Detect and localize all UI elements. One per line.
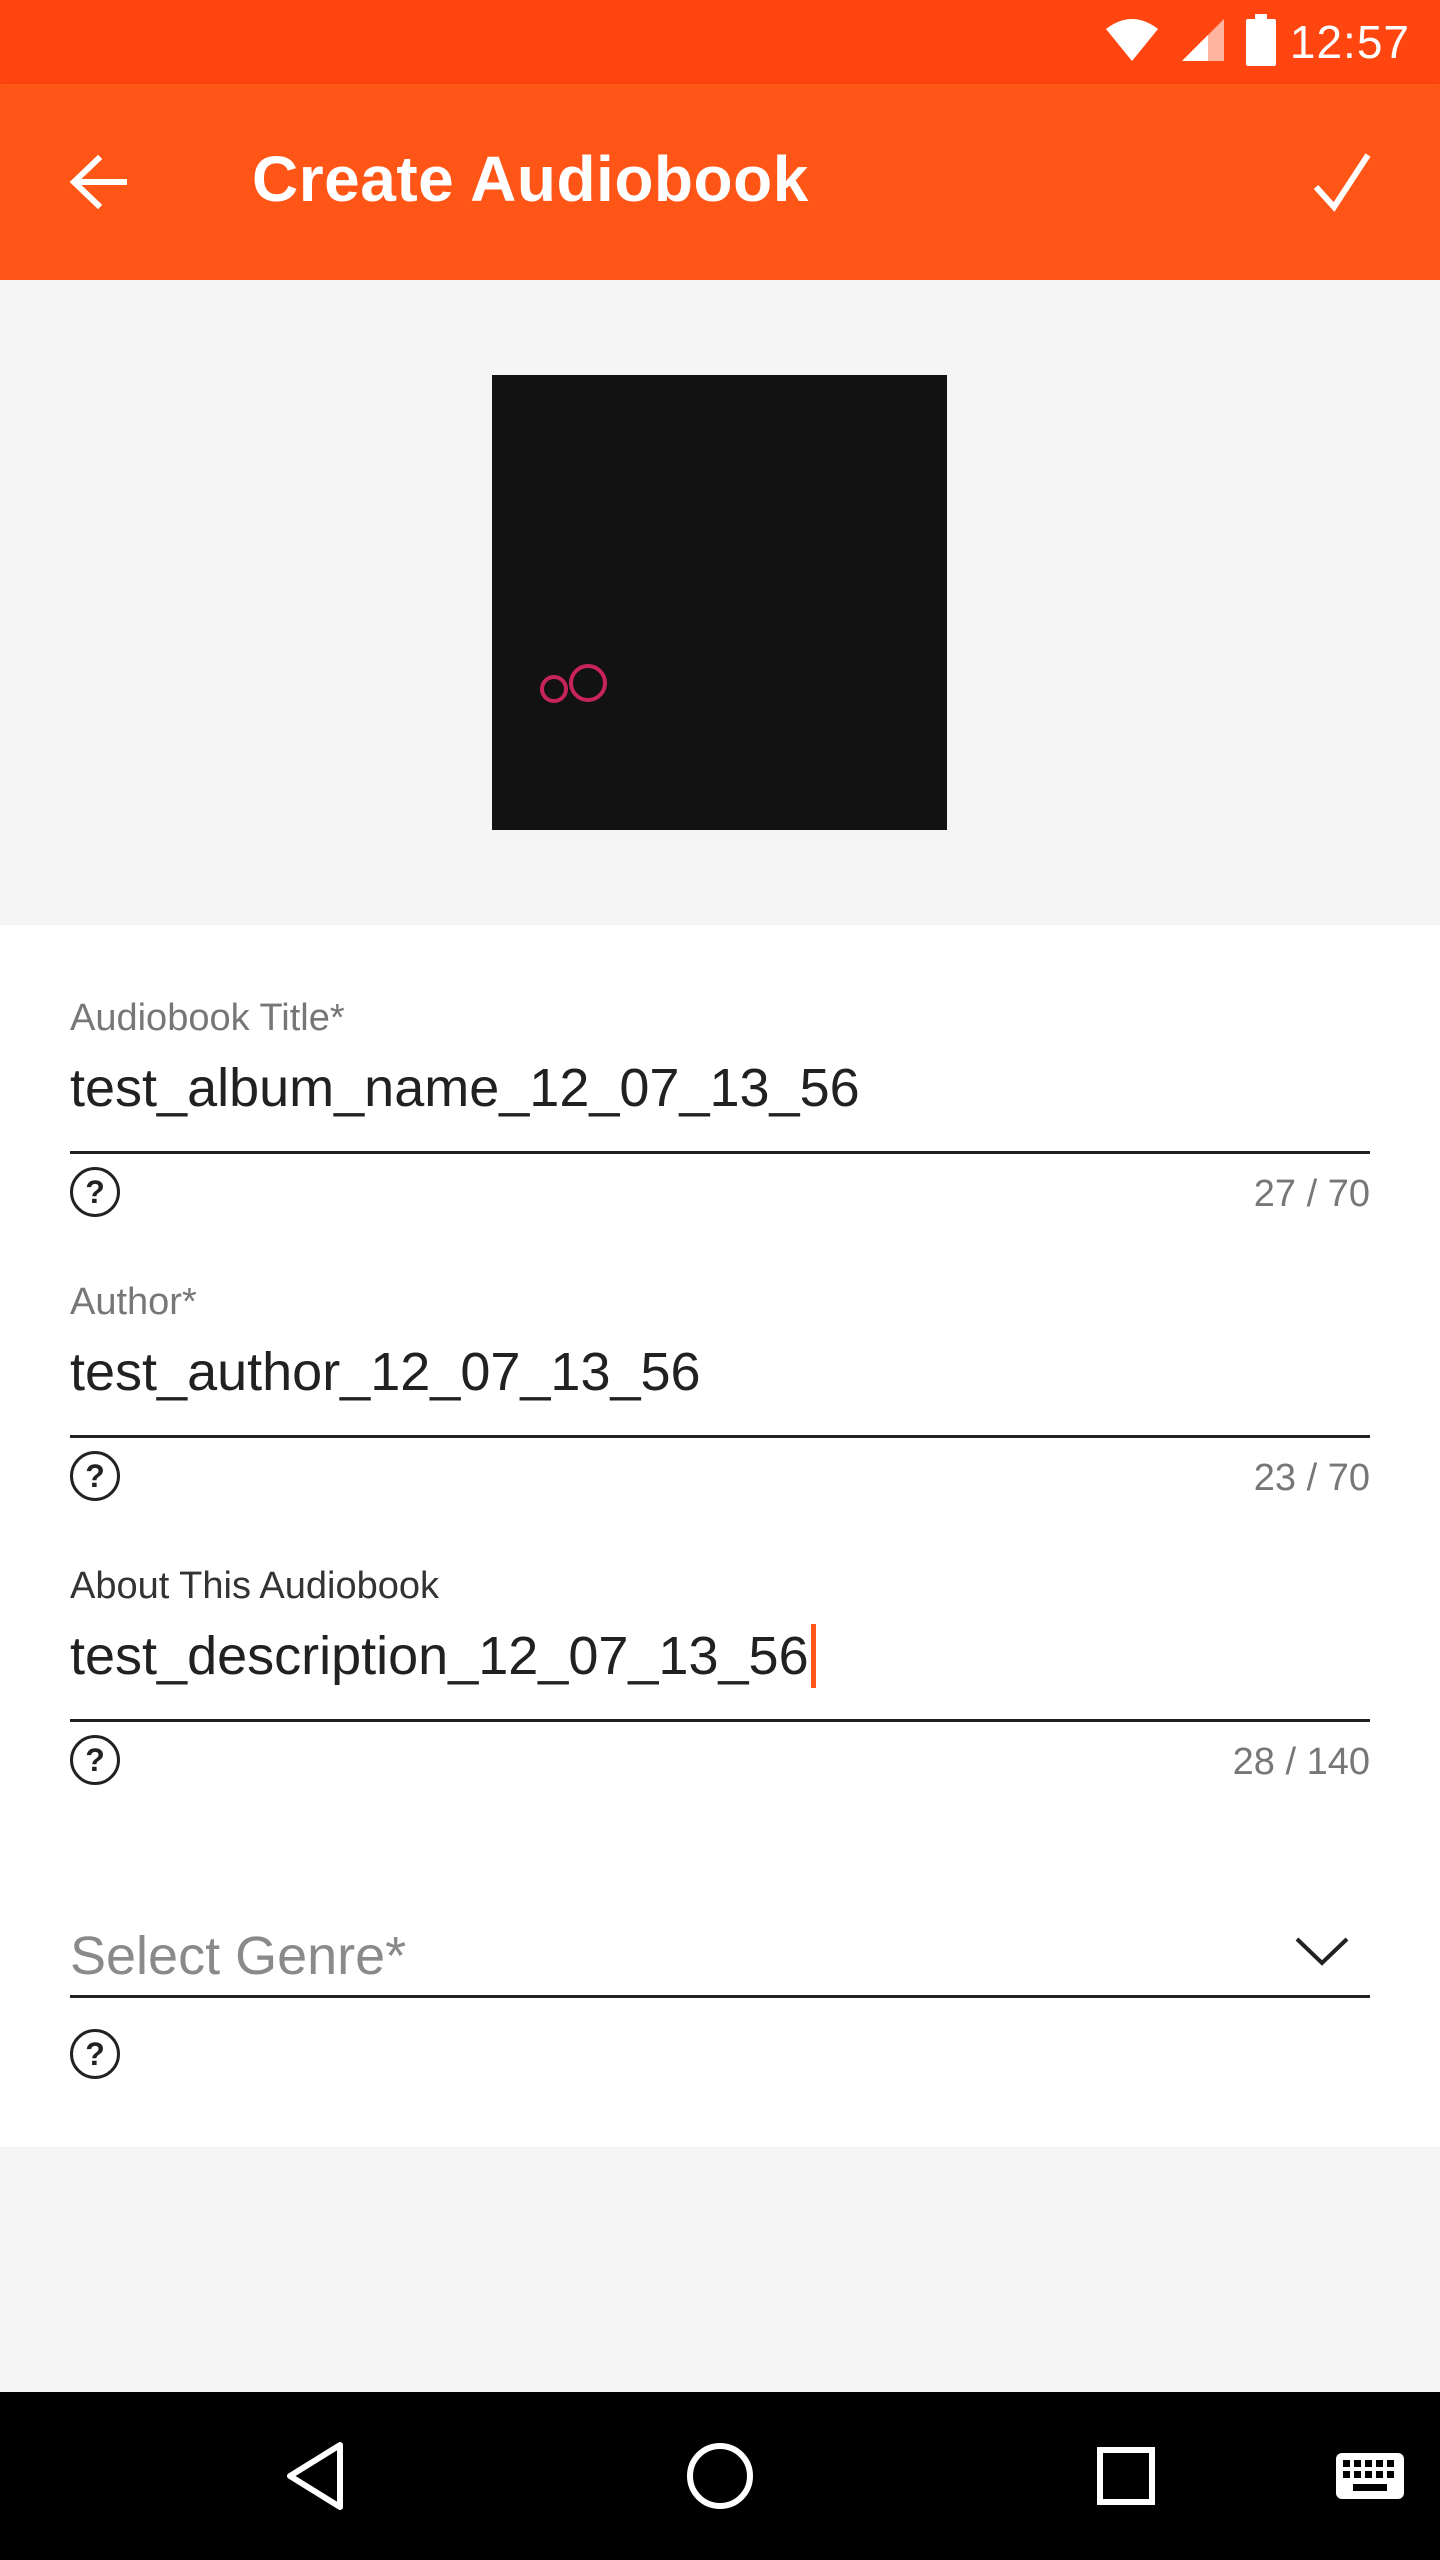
author-counter: 23 / 70 (1253, 1457, 1370, 1499)
about-input-text: test_description_12_07_13_56 (70, 1626, 809, 1686)
page-title: Create Audiobook (252, 143, 809, 215)
help-icon[interactable]: ? (70, 1167, 120, 1217)
status-time: 12:57 (1289, 16, 1410, 68)
author-underline (70, 1435, 1370, 1438)
author-input[interactable]: test_author_12_07_13_56 (70, 1341, 701, 1403)
about-input[interactable]: test_description_12_07_13_56 (70, 1623, 816, 1692)
checkmark-icon[interactable] (1300, 140, 1384, 224)
title-underline (70, 1151, 1370, 1154)
genre-underline (70, 1995, 1370, 1998)
about-underline (70, 1719, 1370, 1722)
help-icon[interactable]: ? (70, 1735, 120, 1785)
title-label: Audiobook Title* (70, 997, 345, 1039)
help-icon[interactable]: ? (70, 2029, 120, 2079)
keyboard-icon[interactable] (1320, 2426, 1420, 2526)
cover-logo (538, 663, 618, 714)
recents-square-icon[interactable] (1076, 2426, 1176, 2526)
wifi-icon (1104, 17, 1160, 68)
audiobook-form: Audiobook Title* test_album_name_12_07_1… (0, 925, 1440, 2147)
system-nav-bar (0, 2392, 1440, 2560)
text-cursor (810, 1623, 816, 1688)
cover-image[interactable] (492, 375, 947, 830)
cover-area (0, 280, 1440, 925)
about-label: About This Audiobook (70, 1565, 440, 1607)
chevron-down-icon[interactable] (1294, 1935, 1350, 1974)
app-bar: Create Audiobook (0, 84, 1440, 280)
title-input[interactable]: test_album_name_12_07_13_56 (70, 1057, 860, 1119)
status-bar: 12:57 (0, 0, 1440, 84)
author-label: Author* (70, 1281, 197, 1323)
home-circle-icon[interactable] (670, 2426, 770, 2526)
arrow-back-icon[interactable] (60, 144, 136, 220)
about-counter: 28 / 140 (1232, 1741, 1370, 1783)
title-counter: 27 / 70 (1253, 1173, 1370, 1215)
signal-icon (1180, 17, 1226, 68)
battery-icon (1245, 13, 1276, 71)
help-icon[interactable]: ? (70, 1451, 120, 1501)
genre-placeholder: Select Genre* (70, 1926, 407, 1986)
back-triangle-icon[interactable] (266, 2426, 366, 2526)
